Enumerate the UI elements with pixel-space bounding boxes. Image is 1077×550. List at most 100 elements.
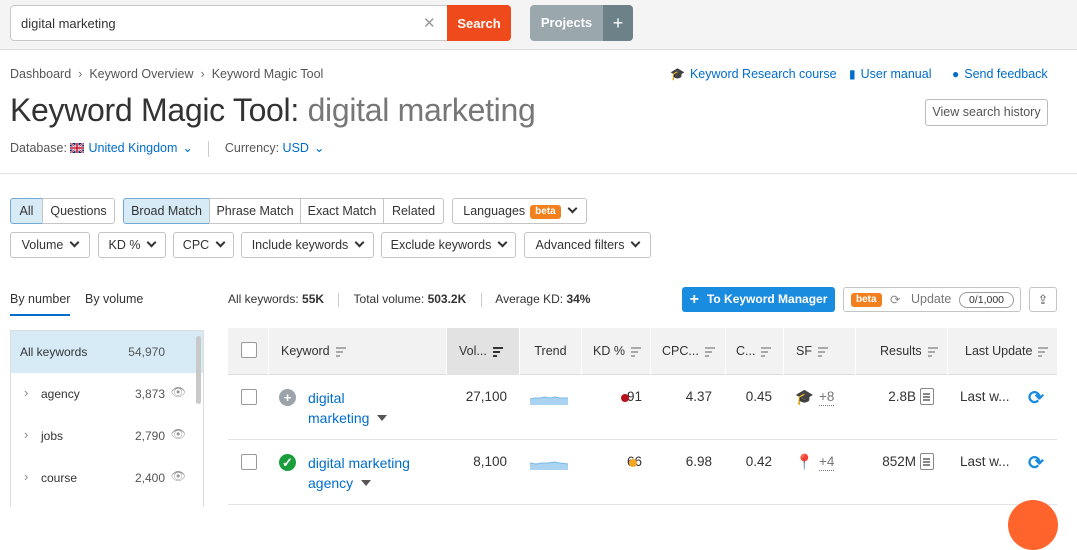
last-update-value: Last w...	[960, 389, 1010, 404]
chevron-down-icon: ⌄	[182, 141, 193, 155]
update-metrics-button[interactable]: beta ⟳ Update 0/1,000	[843, 287, 1021, 312]
checkmark-icon[interactable]: ✓	[279, 454, 296, 471]
select-all-checkbox[interactable]	[241, 342, 257, 358]
clear-search-icon[interactable]: ✕	[423, 14, 436, 32]
caret-down-icon[interactable]	[361, 480, 372, 486]
eye-icon[interactable]: 👁	[171, 385, 186, 399]
view-search-history-button[interactable]: View search history	[925, 99, 1048, 126]
row-checkbox[interactable]	[241, 389, 257, 405]
group-name: All keywords	[20, 345, 88, 359]
sort-icon	[817, 347, 828, 357]
refresh-icon[interactable]: ⟳	[1028, 452, 1044, 475]
keyword-text: agency	[308, 475, 354, 491]
add-project-button[interactable]: +	[603, 5, 633, 41]
languages-dropdown[interactable]: Languages beta	[452, 198, 587, 224]
user-manual-link[interactable]: ▮ User manual	[849, 67, 931, 81]
user-manual-label: User manual	[860, 67, 932, 81]
column-label: Vol...	[459, 344, 487, 358]
volume-filter[interactable]: Volume	[10, 232, 90, 258]
chevron-right-icon: ›	[200, 67, 205, 81]
course-link-label: Keyword Research course	[689, 67, 837, 81]
breadcrumb-dashboard[interactable]: Dashboard	[10, 67, 71, 81]
all-keywords-value: 55K	[302, 292, 325, 306]
column-last-update[interactable]: Last Update	[947, 328, 1057, 375]
top-search-bar: ✕ Search Projects +	[0, 0, 1077, 50]
average-kd-value: 34%	[566, 292, 591, 306]
chevron-right-icon[interactable]: ›	[24, 469, 28, 484]
chevron-right-icon[interactable]: ›	[24, 427, 28, 442]
projects-button[interactable]: Projects	[530, 5, 603, 41]
kd-filter[interactable]: KD %	[98, 232, 166, 258]
keyword-link[interactable]: digital marketing agency	[308, 453, 410, 493]
add-plus-icon[interactable]: +	[279, 389, 296, 406]
currency-selector[interactable]: USD ⌄	[283, 141, 325, 155]
serp-features-more[interactable]: +4	[819, 454, 835, 471]
advanced-filters[interactable]: Advanced filters	[524, 232, 651, 258]
course-link[interactable]: 🎓 Keyword Research course	[670, 67, 837, 81]
sort-icon	[761, 347, 772, 357]
page-title-main: Keyword Magic Tool:	[10, 92, 299, 128]
filter-exact-match[interactable]: Exact Match	[300, 198, 384, 224]
divider	[480, 292, 482, 307]
divider	[338, 292, 340, 307]
column-sf[interactable]: SF	[783, 328, 855, 375]
column-competition[interactable]: C...	[725, 328, 783, 375]
eye-icon[interactable]: 👁	[171, 469, 186, 483]
search-input[interactable]	[11, 6, 445, 40]
eye-icon[interactable]: 👁	[171, 427, 186, 441]
group-item[interactable]: › course 2,400 👁	[11, 457, 203, 499]
keyword-manager-label: To Keyword Manager	[706, 292, 828, 306]
to-keyword-manager-button[interactable]: + To Keyword Manager	[682, 287, 835, 312]
group-count: 2,400	[134, 471, 165, 485]
database-value: United Kingdom	[88, 141, 178, 155]
tab-by-volume[interactable]: By volume	[85, 292, 143, 306]
group-all-keywords[interactable]: All keywords 54,970	[11, 331, 203, 373]
serp-snapshot-icon[interactable]	[920, 453, 934, 470]
database-selector[interactable]: United Kingdom ⌄	[70, 141, 196, 155]
breadcrumb-keyword-overview[interactable]: Keyword Overview	[89, 67, 193, 81]
send-feedback-link[interactable]: ● Send feedback	[952, 67, 1048, 81]
search-box: ✕ Search	[10, 5, 511, 41]
cpc-value: 6.98	[685, 454, 712, 469]
chevron-right-icon[interactable]: ›	[24, 385, 28, 400]
serp-features-more[interactable]: +8	[819, 389, 835, 406]
column-results[interactable]: Results	[855, 328, 947, 375]
search-button[interactable]: Search	[447, 5, 511, 41]
caret-down-icon[interactable]	[377, 415, 388, 421]
group-item[interactable]: › agency 3,873 👁	[11, 373, 203, 415]
database-currency-row: Database: United Kingdom ⌄ Currency: USD ⌄	[10, 140, 324, 157]
keyword-link[interactable]: digital marketing	[308, 388, 388, 428]
column-label: Results	[880, 344, 922, 358]
sort-icon	[630, 347, 641, 357]
column-volume[interactable]: Vol...	[446, 328, 519, 375]
keyword-text: digital	[308, 390, 345, 406]
serp-snapshot-icon[interactable]	[920, 388, 934, 405]
filter-questions[interactable]: Questions	[42, 198, 115, 224]
export-icon: ⇪	[1037, 292, 1049, 307]
cpc-filter[interactable]: CPC	[173, 232, 234, 258]
column-cpc[interactable]: CPC...	[650, 328, 725, 375]
column-keyword[interactable]: Keyword	[268, 328, 446, 375]
kd-difficulty-dot	[629, 459, 637, 467]
uk-flag-icon	[70, 143, 85, 153]
advanced-filters-label: Advanced filters	[535, 238, 625, 252]
tab-by-number[interactable]: By number	[10, 292, 71, 316]
export-button[interactable]: ⇪	[1029, 287, 1057, 312]
help-chat-button[interactable]	[1008, 500, 1058, 550]
row-checkbox[interactable]	[241, 454, 257, 470]
group-item[interactable]: › jobs 2,790 👁	[11, 415, 203, 457]
column-trend: Trend	[519, 328, 581, 375]
filter-all[interactable]: All	[10, 198, 43, 224]
breadcrumb-current: Keyword Magic Tool	[211, 67, 324, 81]
groups-scrollbar[interactable]	[196, 336, 201, 404]
filter-related[interactable]: Related	[383, 198, 444, 224]
refresh-icon[interactable]: ⟳	[1028, 387, 1044, 410]
filter-broad-match[interactable]: Broad Match	[123, 198, 210, 224]
column-kd[interactable]: KD %	[581, 328, 650, 375]
trend-sparkline	[530, 461, 568, 470]
filter-phrase-match[interactable]: Phrase Match	[209, 198, 301, 224]
last-update-value: Last w...	[960, 454, 1010, 469]
exclude-keywords-filter[interactable]: Exclude keywords	[381, 232, 516, 258]
keyword-text: marketing	[308, 410, 370, 426]
include-keywords-filter[interactable]: Include keywords	[241, 232, 374, 258]
